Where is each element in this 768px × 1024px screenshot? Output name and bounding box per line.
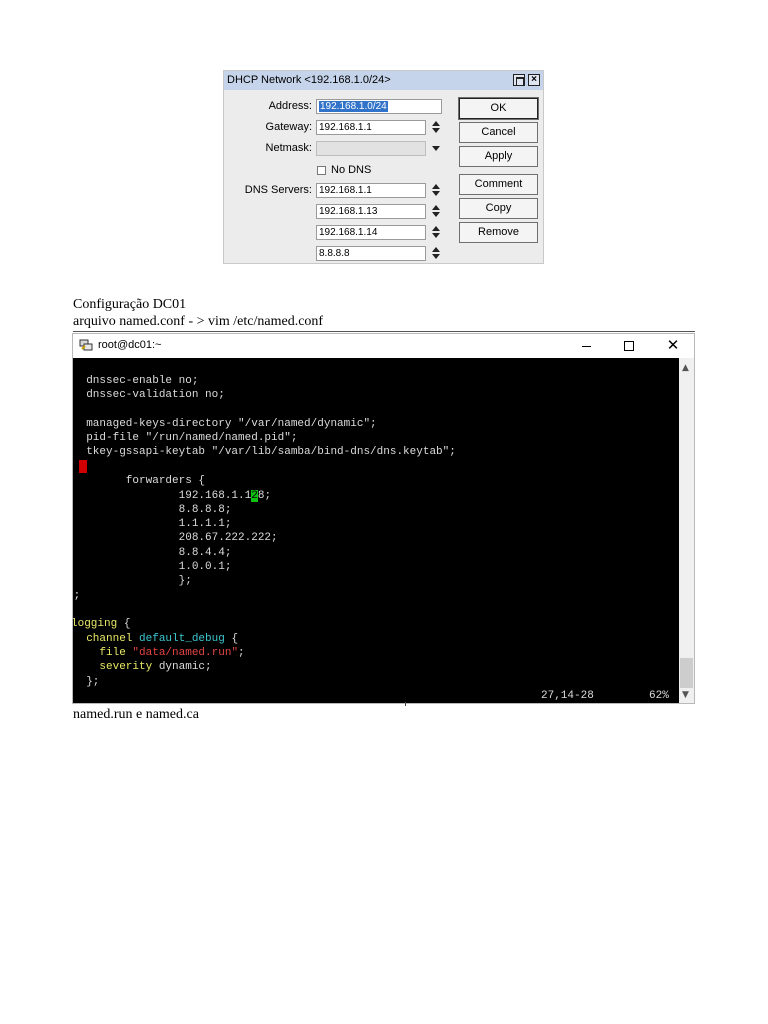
code-keyword: file	[73, 647, 133, 659]
gateway-label: Gateway:	[265, 121, 312, 133]
scrollbar-thumb[interactable]	[680, 658, 693, 688]
footer-text: named.run e named.ca	[73, 707, 199, 722]
ok-button[interactable]: OK	[458, 97, 539, 120]
code-line: file "data/named.run";	[73, 646, 245, 660]
apply-button[interactable]: Apply	[459, 146, 538, 167]
code-text: ;	[238, 647, 245, 659]
dns-server-4-stepper-icon[interactable]	[432, 246, 442, 261]
gateway-stepper-icon[interactable]	[432, 120, 442, 135]
dns-server-field-2[interactable]: 192.168.1.13	[316, 204, 426, 219]
netmask-dropdown-icon[interactable]	[432, 146, 440, 151]
netmask-label: Netmask:	[265, 142, 312, 154]
code-line: 1.1.1.1;	[73, 518, 232, 530]
code-line: severity dynamic;	[73, 660, 212, 674]
scroll-percent: 62%	[649, 690, 669, 702]
code-line: };	[73, 676, 100, 688]
code-line: 8.8.4.4;	[73, 547, 232, 559]
no-dns-label: No DNS	[331, 164, 372, 176]
code-text: 192.168.1.1	[73, 490, 252, 502]
code-line: logging {	[73, 617, 130, 631]
copy-button[interactable]: Copy	[459, 198, 538, 219]
dns-server-field-4[interactable]: 8.8.8.8	[316, 246, 426, 261]
code-string: "data/named.run"	[132, 647, 239, 659]
code-line: };	[73, 575, 192, 587]
scroll-down-icon[interactable]: ▼	[682, 690, 689, 700]
scroll-up-icon[interactable]: ▲	[682, 363, 689, 373]
code-text: {	[117, 618, 131, 630]
terminal-title: root@dc01:~	[98, 339, 162, 351]
code-line: 8.8.8.8;	[73, 504, 232, 516]
terminal-title-bar: root@dc01:~ ✕	[73, 334, 694, 358]
error-marker	[79, 460, 87, 473]
divider	[73, 331, 695, 332]
dhcp-network-dialog: DHCP Network <192.168.1.0/24> × Address:…	[223, 70, 544, 264]
dns-server-3-stepper-icon[interactable]	[432, 225, 442, 240]
address-field[interactable]: 192.168.1.0/24	[316, 99, 442, 114]
comment-button[interactable]: Comment	[459, 174, 538, 195]
heading-text: Configuração DC01	[73, 297, 187, 312]
dns-server-field-3[interactable]: 192.168.1.14	[316, 225, 426, 240]
code-line: tkey-gssapi-keytab "/var/lib/samba/bind-…	[73, 446, 456, 458]
close-icon[interactable]: ×	[528, 74, 540, 86]
code-line: 208.67.222.222;	[73, 532, 278, 544]
code-line: forwarders {	[73, 475, 206, 487]
code-line: 192.168.1.128;	[73, 489, 271, 503]
code-text: 8;	[257, 490, 272, 502]
dhcp-title: DHCP Network <192.168.1.0/24>	[227, 74, 391, 86]
code-line: channel default_debug {	[73, 632, 238, 646]
code-line: managed-keys-directory "/var/named/dynam…	[73, 418, 377, 430]
code-keyword: severity	[73, 661, 159, 673]
code-keyword: logging	[73, 618, 118, 630]
remove-button[interactable]: Remove	[459, 222, 538, 243]
putty-icon	[79, 339, 93, 351]
cursor-position: 27,14-28	[541, 690, 594, 702]
code-line: pid-file "/run/named/named.pid";	[73, 432, 298, 444]
close-icon[interactable]: ✕	[665, 338, 681, 354]
code-line: };	[73, 590, 81, 602]
code-identifier: default_debug	[139, 633, 225, 645]
address-value: 192.168.1.0/24	[319, 101, 388, 112]
dhcp-title-bar: DHCP Network <192.168.1.0/24> ×	[224, 71, 543, 90]
divider-tick	[405, 702, 406, 706]
dns-server-1-stepper-icon[interactable]	[432, 183, 442, 198]
cancel-button[interactable]: Cancel	[459, 122, 538, 143]
code-text: dynamic;	[158, 661, 212, 673]
no-dns-checkbox[interactable]	[317, 166, 326, 175]
code-line: 1.0.0.1;	[73, 561, 232, 573]
terminal-window: root@dc01:~ ✕ dnssec-enable no; dnssec-v…	[72, 333, 695, 704]
minimize-icon[interactable]	[579, 338, 595, 354]
code-line: dnssec-validation no;	[73, 389, 225, 401]
netmask-field[interactable]	[316, 141, 426, 156]
maximize-icon[interactable]	[513, 74, 525, 86]
code-line: dnssec-enable no;	[73, 375, 199, 387]
code-text: {	[224, 633, 239, 645]
terminal-content[interactable]: dnssec-enable no; dnssec-validation no; …	[73, 358, 679, 703]
address-label: Address:	[268, 100, 312, 112]
text-cursor: 2	[251, 490, 258, 502]
dns-server-2-stepper-icon[interactable]	[432, 204, 442, 219]
maximize-icon[interactable]	[621, 338, 637, 354]
subheading-text: arquivo named.conf - > vim /etc/named.co…	[73, 314, 324, 329]
dns-servers-label: DNS Servers:	[244, 184, 312, 196]
code-keyword: channel	[73, 633, 140, 645]
dns-server-field-1[interactable]: 192.168.1.1	[316, 183, 426, 198]
terminal-scrollbar[interactable]: ▲ ▼	[679, 358, 694, 703]
gateway-field[interactable]: 192.168.1.1	[316, 120, 426, 135]
